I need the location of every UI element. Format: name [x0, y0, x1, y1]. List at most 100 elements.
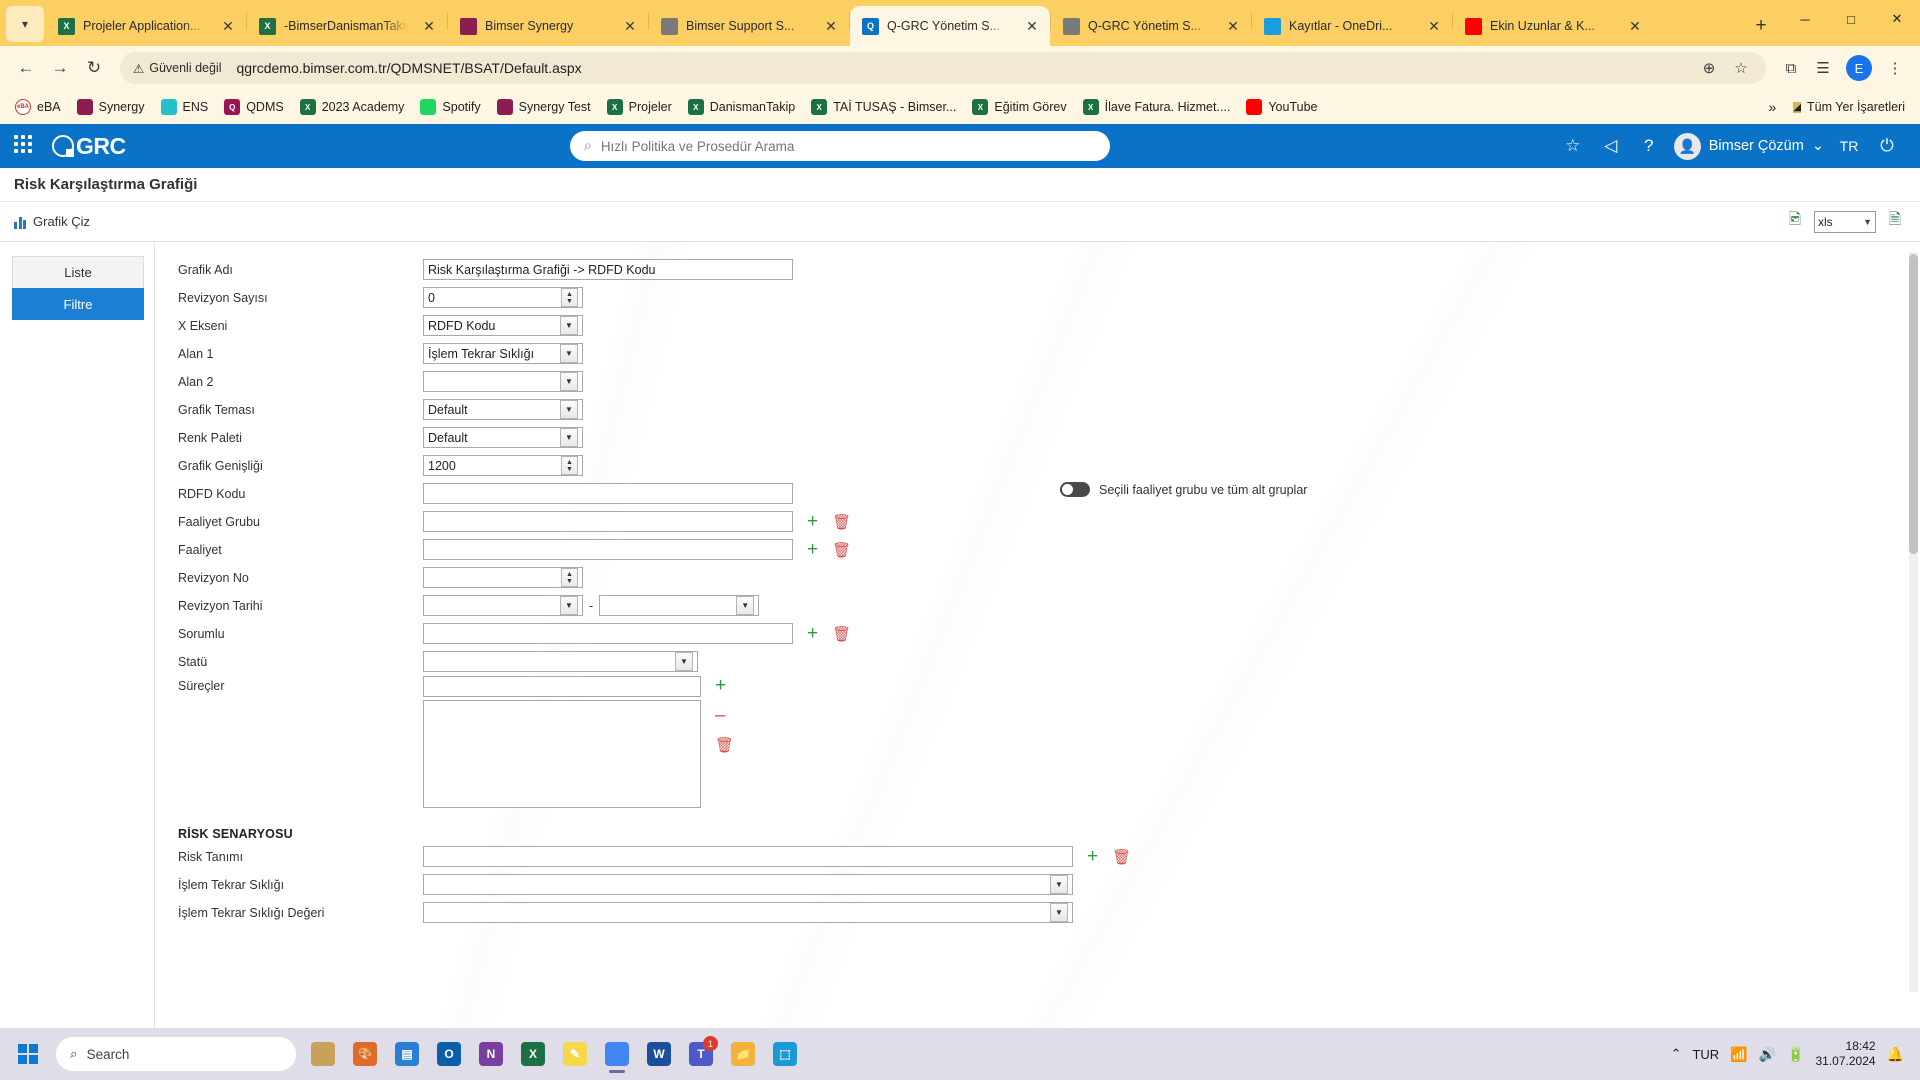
delete-icon[interactable]: 🗑	[832, 541, 851, 559]
spinner-buttons[interactable]: ▲ ▼	[561, 288, 578, 307]
bookmark-item[interactable]: X DanismanTakip	[681, 95, 802, 119]
announcements-icon[interactable]: ◁	[1592, 127, 1630, 165]
chevron-down-icon[interactable]: ▼	[560, 428, 578, 447]
extensions-icon[interactable]: ⧉	[1776, 53, 1806, 83]
field-input[interactable]	[423, 539, 793, 560]
field-listbox[interactable]	[423, 700, 701, 808]
tab-close-button[interactable]: ✕	[821, 16, 841, 36]
address-bar[interactable]: ⚠ Güvenli değil qgrcdemo.bimser.com.tr/Q…	[120, 52, 1766, 84]
taskbar-app-widgets[interactable]: ▤	[386, 1032, 428, 1076]
bookmark-item[interactable]: X TAİ TUSAŞ - Bimser...	[804, 95, 963, 119]
chevron-down-icon[interactable]: ▼	[560, 344, 578, 363]
export-format-select[interactable]: xls ▼	[1814, 210, 1876, 233]
quick-search-box[interactable]: ⌕	[569, 131, 1110, 161]
bookmark-item[interactable]: X 2023 Academy	[293, 95, 412, 119]
chevron-down-icon[interactable]: ▼	[736, 596, 755, 615]
image-export-icon[interactable]: 🖻	[1784, 211, 1806, 232]
field-input[interactable]	[423, 483, 793, 504]
excel-export-icon[interactable]: 🗎	[1884, 211, 1906, 232]
field-input[interactable]: Risk Karşılaştırma Grafiği -> RDFD Kodu	[423, 259, 793, 280]
bookmark-item[interactable]: Spotify	[413, 95, 487, 119]
notification-bell-icon[interactable]: 🔔	[1887, 1046, 1904, 1063]
profile-avatar[interactable]: E	[1846, 55, 1872, 81]
chevron-down-icon[interactable]: ▼	[675, 652, 693, 671]
taskbar-app-chrome[interactable]	[596, 1032, 638, 1076]
field-input[interactable]	[423, 846, 1073, 867]
new-tab-button[interactable]: +	[1746, 11, 1776, 41]
field-input-end[interactable]: ▼	[599, 595, 760, 616]
spinner-up-icon[interactable]: ▲	[566, 291, 573, 298]
bookmark-item[interactable]: Synergy	[70, 95, 152, 119]
power-icon[interactable]: ⏻	[1868, 127, 1906, 165]
forward-button[interactable]: →	[44, 52, 76, 84]
field-input[interactable]: İşlem Tekrar Sıklığı ▼	[423, 343, 583, 364]
browser-tab[interactable]: Bimser Support S... ✕	[649, 6, 849, 46]
bookmark-item[interactable]: Q QDMS	[217, 95, 291, 119]
subgroup-toggle[interactable]	[1060, 482, 1090, 497]
spinner-buttons[interactable]: ▲ ▼	[561, 456, 578, 475]
site-security-badge[interactable]: ⚠ Güvenli değil	[126, 57, 231, 79]
side-tab-liste[interactable]: Liste	[12, 256, 144, 288]
spinner-buttons[interactable]: ▲ ▼	[561, 568, 578, 587]
chevron-down-icon[interactable]: ▼	[1050, 903, 1068, 922]
back-button[interactable]: ←	[10, 52, 42, 84]
field-input[interactable]: ▼	[423, 902, 1073, 923]
tab-close-button[interactable]: ✕	[1022, 16, 1042, 36]
bookmark-item[interactable]: X Eğitim Görev	[965, 95, 1073, 119]
field-input[interactable]: ▼	[423, 595, 583, 616]
tab-close-button[interactable]: ✕	[620, 16, 640, 36]
delete-icon[interactable]: 🗑	[1112, 848, 1131, 866]
form-scrollbar-thumb[interactable]	[1909, 254, 1918, 554]
delete-icon[interactable]: 🗑	[832, 625, 851, 643]
bookmark-item[interactable]: ENS	[154, 95, 216, 119]
bookmark-item[interactable]: eBA eBA	[8, 95, 68, 119]
reload-button[interactable]: ↻	[78, 52, 110, 84]
field-input[interactable]	[423, 511, 793, 532]
volume-icon[interactable]: 🔊	[1759, 1046, 1776, 1063]
spinner-up-icon[interactable]: ▲	[566, 571, 573, 578]
taskbar-app-sticky-notes[interactable]: ✎	[554, 1032, 596, 1076]
taskbar-app-store[interactable]: ⬚	[764, 1032, 806, 1076]
tab-close-button[interactable]: ✕	[1424, 16, 1444, 36]
field-input[interactable]: Default ▼	[423, 399, 583, 420]
form-scrollbar-track[interactable]	[1909, 252, 1918, 992]
add-icon[interactable]: +	[807, 624, 818, 643]
add-icon[interactable]: +	[715, 676, 734, 695]
bookmark-item[interactable]: Synergy Test	[490, 95, 598, 119]
chevron-down-icon[interactable]: ▼	[560, 596, 578, 615]
bookmark-star-icon[interactable]: ☆	[1726, 53, 1756, 83]
spinner-down-icon[interactable]: ▼	[566, 298, 573, 305]
browser-tab[interactable]: Q Q-GRC Yönetim S... ✕	[850, 6, 1050, 46]
field-input[interactable]: 1200 ▲ ▼	[423, 455, 583, 476]
bookmarks-overflow-button[interactable]: »	[1761, 95, 1785, 119]
side-tab-filtre[interactable]: Filtre	[12, 288, 144, 320]
delete-icon[interactable]: 🗑	[832, 513, 851, 531]
tab-close-button[interactable]: ✕	[218, 16, 238, 36]
add-icon[interactable]: +	[1087, 847, 1098, 866]
browser-tab[interactable]: Kayıtlar - OneDri... ✕	[1252, 6, 1452, 46]
taskbar-search[interactable]: ⌕ Search	[56, 1037, 296, 1071]
field-input[interactable]: ▼	[423, 371, 583, 392]
browser-tab[interactable]: Q-GRC Yönetim S... ✕	[1051, 6, 1251, 46]
field-input[interactable]	[423, 623, 793, 644]
taskbar-app-word[interactable]: W	[638, 1032, 680, 1076]
all-bookmarks-button[interactable]: ◢ Tüm Yer İşaretleri	[1786, 96, 1912, 118]
help-icon[interactable]: ?	[1630, 127, 1668, 165]
tab-close-button[interactable]: ✕	[419, 16, 439, 36]
tab-search-button[interactable]: ▾	[6, 6, 44, 42]
close-window-button[interactable]: ✕	[1874, 0, 1920, 38]
browser-tab[interactable]: X -BimserDanismanTakip ✕	[247, 6, 447, 46]
language-selector[interactable]: TR	[1830, 127, 1868, 165]
remove-icon[interactable]: –	[715, 706, 734, 725]
chrome-menu-icon[interactable]: ⋮	[1880, 53, 1910, 83]
add-icon[interactable]: +	[807, 512, 818, 531]
taskbar-app-paint[interactable]: 🎨	[344, 1032, 386, 1076]
minimize-button[interactable]: ─	[1782, 0, 1828, 38]
zoom-icon[interactable]: ⊕	[1694, 53, 1724, 83]
spinner-down-icon[interactable]: ▼	[566, 578, 573, 585]
app-launcher-icon[interactable]	[14, 135, 36, 157]
browser-tab[interactable]: Bimser Synergy ✕	[448, 6, 648, 46]
field-input[interactable]: ▼	[423, 874, 1073, 895]
tab-close-button[interactable]: ✕	[1625, 16, 1645, 36]
chevron-down-icon[interactable]: ▼	[560, 400, 578, 419]
